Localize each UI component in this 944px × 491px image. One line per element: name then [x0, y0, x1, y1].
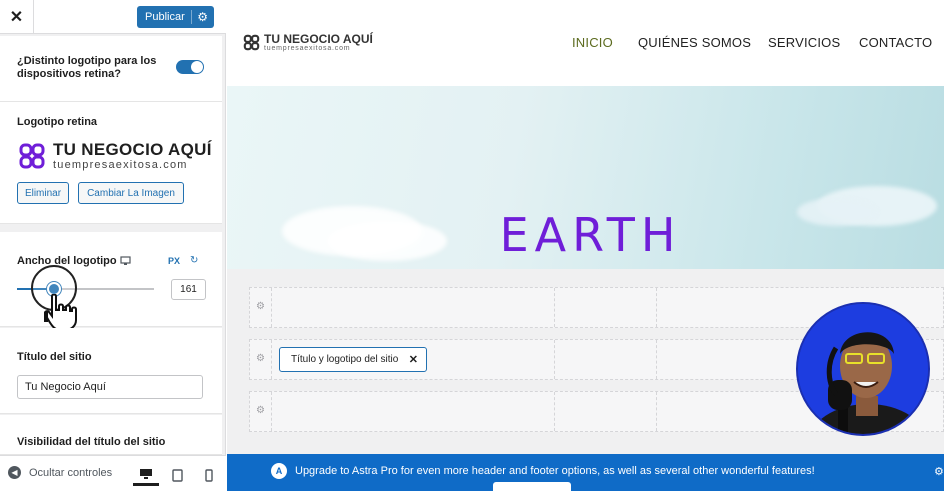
retina-logo-url: tuempresaexitosa.com	[53, 159, 188, 171]
publish-label: Publicar	[145, 11, 185, 23]
chip-label: Título y logotipo del sitio	[291, 354, 399, 365]
site-title-visibility-section	[0, 415, 222, 455]
nav-item-inicio[interactable]: INICIO	[572, 35, 613, 50]
retina-logo-toggle[interactable]	[176, 60, 204, 74]
retina-logo-preview: TU NEGOCIO AQUÍ tuempresaexitosa.com	[18, 140, 211, 176]
hand-cursor-icon	[44, 294, 77, 331]
close-customizer-button[interactable]: ✕	[0, 0, 34, 34]
collapse-arrow-icon: ◀	[8, 466, 21, 479]
hero-title: EARTH	[499, 208, 682, 262]
unit-selector[interactable]: PX	[168, 256, 180, 266]
site-title-section	[0, 328, 222, 414]
logo-mark-icon	[243, 34, 260, 51]
builder-settings-gear-icon[interactable]: ⚙	[934, 465, 944, 478]
remove-chip-close-icon[interactable]: ✕	[409, 353, 418, 366]
site-title-logo-chip[interactable]: Título y logotipo del sitio ✕	[279, 347, 427, 372]
site-header: TU NEGOCIO AQUÍ tuempresaexitosa.com INI…	[227, 0, 944, 86]
webcam-overlay	[796, 302, 930, 436]
site-logo-url: tuempresaexitosa.com	[264, 45, 351, 52]
tablet-preview-icon[interactable]	[164, 464, 190, 486]
site-title-input[interactable]: Tu Negocio Aquí	[17, 375, 203, 399]
logo-width-label: Ancho del logotipo	[17, 255, 117, 267]
presenter-video-image	[798, 304, 928, 434]
retina-logo-heading: Logotipo retina	[17, 116, 98, 128]
reset-icon[interactable]: ↻	[190, 255, 198, 266]
nav-item-quienes-somos[interactable]: QUIÉNES SOMOS	[638, 35, 751, 50]
site-logo-name: TU NEGOCIO AQUÍ	[264, 32, 373, 46]
sidebar-footer: ◀ Ocultar controles	[0, 455, 226, 491]
retina-logo-name: TU NEGOCIO AQUÍ	[53, 140, 212, 159]
logo-mark-icon	[19, 143, 45, 169]
hide-controls-label: Ocultar controles	[29, 466, 113, 479]
site-title-label: Título del sitio	[17, 351, 92, 363]
row-settings-gear-icon[interactable]: ⚙	[256, 301, 265, 312]
upgrade-message[interactable]: Upgrade to Astra Pro for even more heade…	[295, 465, 815, 477]
astra-logo-icon: A	[271, 463, 287, 479]
sidebar-header: ✕ Publicar ⚙	[0, 0, 226, 34]
publish-button[interactable]: Publicar ⚙	[137, 6, 214, 28]
remove-logo-button[interactable]: Eliminar	[17, 182, 69, 204]
upgrade-notice-bar: A Upgrade to Astra Pro for even more hea…	[227, 454, 944, 491]
desktop-preview-icon[interactable]	[133, 464, 159, 486]
change-image-button[interactable]: Cambiar La Imagen	[78, 182, 184, 204]
row-settings-gear-icon[interactable]: ⚙	[256, 405, 265, 416]
nav-item-servicios[interactable]: SERVICIOS	[768, 35, 840, 50]
logo-width-input[interactable]: 161	[171, 279, 206, 300]
nav-item-contacto[interactable]: CONTACTO	[859, 35, 932, 50]
hero-banner: EARTH	[227, 86, 944, 269]
desktop-device-icon[interactable]	[120, 256, 131, 269]
row-settings-gear-icon[interactable]: ⚙	[256, 353, 265, 364]
builder-toggle-tab[interactable]	[493, 482, 571, 491]
publish-settings-gear-icon[interactable]: ⚙	[191, 10, 208, 24]
hide-controls-button[interactable]: ◀ Ocultar controles	[8, 466, 112, 479]
mobile-preview-icon[interactable]	[196, 464, 222, 486]
customizer-sidebar: ✕ Publicar ⚙ ¿Distinto logotipo para los…	[0, 0, 226, 491]
site-title-visibility-label: Visibilidad del título del sitio	[17, 436, 166, 448]
retina-toggle-label: ¿Distinto logotipo para los dispositivos…	[17, 55, 157, 80]
